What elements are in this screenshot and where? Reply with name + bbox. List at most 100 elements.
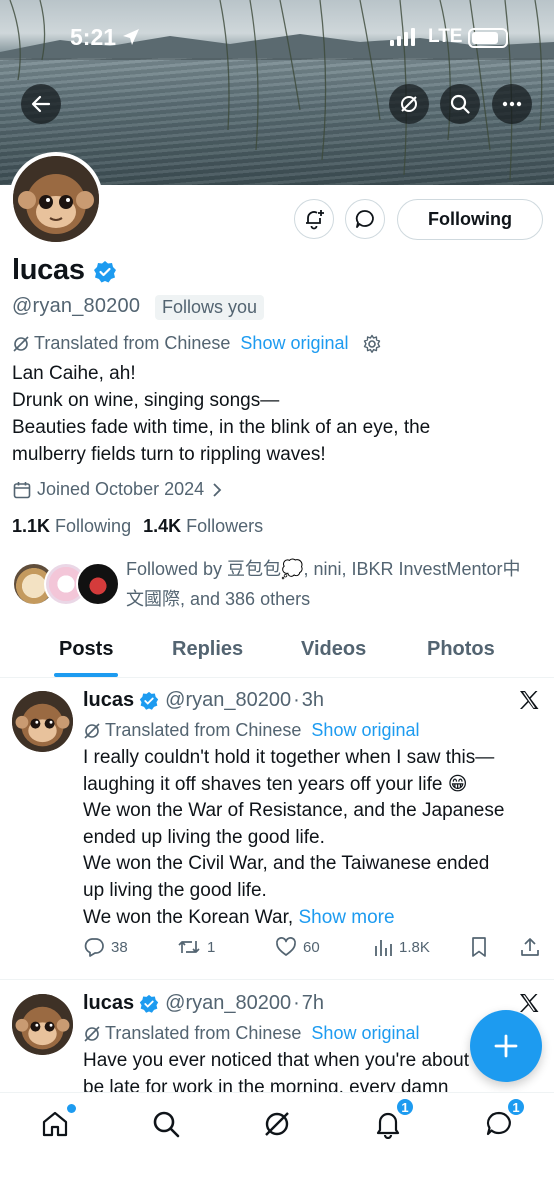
- nav-messages[interactable]: 1: [482, 1097, 526, 1141]
- post-author-name[interactable]: lucas: [83, 689, 134, 712]
- translated-label: Translated from Chinese: [34, 333, 231, 353]
- bottom-navigation: 1 1: [0, 1092, 554, 1200]
- status-time: 5:21: [70, 24, 117, 50]
- home-icon: [42, 1111, 68, 1137]
- show-original-link[interactable]: Show original: [311, 1023, 419, 1044]
- bio-line: mulberry fields turn to rippling waves!: [12, 444, 326, 465]
- bio-line: Beauties fade with time, in the blink of…: [12, 417, 431, 438]
- notify-add-icon: [306, 210, 324, 230]
- compose-plus-icon: [494, 1034, 518, 1058]
- x-logo-icon: [520, 691, 539, 709]
- like-button[interactable]: 60: [275, 936, 320, 958]
- post-handle: @ryan_80200: [165, 689, 292, 711]
- verified-icon: [139, 691, 159, 710]
- following-count: 1.1K: [12, 516, 51, 536]
- post-separator: ·: [293, 689, 300, 711]
- post-avatar[interactable]: [12, 994, 73, 1055]
- post-header: lucas @ryan_80200 · 7h: [83, 992, 324, 1015]
- search-button[interactable]: [440, 84, 480, 124]
- message-icon: [355, 210, 374, 228]
- gear-icon[interactable]: [362, 334, 382, 354]
- signal-icon: [390, 28, 415, 46]
- follows-you-badge: Follows you: [155, 295, 265, 320]
- more-button[interactable]: [492, 84, 532, 124]
- tab-posts[interactable]: Posts: [59, 638, 113, 661]
- messages-badge: 1: [506, 1097, 526, 1117]
- chevron-right-icon: [213, 482, 222, 497]
- verified-icon: [139, 994, 159, 1013]
- bookmark-button[interactable]: [469, 936, 489, 958]
- post-actions: 38 1 60 1.8K: [83, 936, 543, 966]
- profile-bio: Lan Caihe, ah! Drunk on wine, singing so…: [12, 360, 542, 468]
- following-button[interactable]: Following: [397, 199, 543, 240]
- show-more-link[interactable]: Show more: [298, 907, 394, 928]
- repost-icon: [178, 941, 200, 953]
- grok-button[interactable]: [389, 84, 429, 124]
- bio-line: Lan Caihe, ah!: [12, 363, 136, 384]
- profile-tabs: Posts Replies Videos Photos: [0, 628, 554, 678]
- location-arrow-icon: [123, 29, 139, 45]
- post-line: We won the War of Resistance, and the Ja…: [83, 800, 505, 822]
- followers-stat[interactable]: 1.4K Followers: [143, 516, 263, 537]
- mutual-followers-avatars[interactable]: [12, 562, 122, 610]
- post-text: I really couldn't hold it together when …: [83, 745, 543, 931]
- show-original-link[interactable]: Show original: [240, 333, 348, 354]
- translated-label: Translated from Chinese: [105, 1023, 302, 1043]
- followed-by-text[interactable]: Followed by 豆包包💭, nini, IBKR InvestMento…: [126, 554, 536, 614]
- post-line: We won the Civil War, and the Taiwanese …: [83, 853, 490, 875]
- post-avatar[interactable]: [12, 691, 73, 752]
- post-time: 7h: [301, 992, 325, 1014]
- compose-button[interactable]: [470, 1010, 542, 1082]
- following-label: Following: [55, 516, 132, 536]
- grok-icon: [401, 96, 417, 112]
- more-icon: [502, 101, 522, 107]
- profile-handle: @ryan_80200: [12, 295, 141, 317]
- tab-replies[interactable]: Replies: [172, 638, 243, 661]
- post[interactable]: lucas @ryan_80200 · 3h Translated from C…: [0, 679, 554, 979]
- post-separator: ·: [293, 992, 300, 1014]
- like-count: 60: [303, 938, 320, 956]
- tab-photos[interactable]: Photos: [427, 638, 495, 661]
- search-icon: [450, 94, 470, 114]
- network-type: LTE: [428, 26, 463, 47]
- post-line: be late for work in the morning, every d…: [83, 1076, 449, 1092]
- followed-by-line: 文國際, and 386 others: [126, 589, 311, 609]
- subscribe-notifications-button[interactable]: [294, 199, 334, 239]
- repost-count: 1: [207, 938, 216, 956]
- tab-videos[interactable]: Videos: [301, 638, 366, 661]
- grok-icon: [265, 1112, 289, 1136]
- post-header: lucas @ryan_80200 · 3h: [83, 689, 324, 712]
- reply-count: 38: [111, 938, 128, 956]
- views-count: 1.8K: [399, 938, 430, 956]
- share-icon: [521, 938, 539, 956]
- profile-avatar[interactable]: [9, 152, 103, 246]
- nav-search[interactable]: [149, 1107, 183, 1141]
- calendar-icon: [13, 481, 31, 498]
- post-translation-note: Translated from Chinese Show original: [83, 720, 419, 741]
- nav-notifications[interactable]: 1: [371, 1097, 415, 1141]
- back-button[interactable]: [21, 84, 61, 124]
- show-original-link[interactable]: Show original: [311, 720, 419, 741]
- followers-label: Followers: [186, 516, 264, 536]
- post-translation-note: Translated from Chinese Show original: [83, 1023, 419, 1044]
- share-button[interactable]: [519, 936, 541, 958]
- message-button[interactable]: [345, 199, 385, 239]
- follow-stats: 1.1K Following 1.4K Followers: [12, 516, 263, 537]
- followers-count: 1.4K: [143, 516, 182, 536]
- repost-button[interactable]: 1: [177, 936, 215, 958]
- translate-icon: [84, 722, 100, 739]
- joined-date[interactable]: Joined October 2024: [12, 479, 223, 500]
- nav-grok[interactable]: [260, 1107, 294, 1141]
- status-bar: 5:21 LTE: [0, 22, 554, 56]
- views-button[interactable]: 1.8K: [373, 936, 430, 958]
- back-arrow-icon: [31, 95, 51, 113]
- avatar: [76, 562, 120, 606]
- following-stat[interactable]: 1.1K Following: [12, 516, 131, 537]
- translate-icon: [84, 1025, 100, 1042]
- reply-button[interactable]: 38: [83, 936, 128, 958]
- nav-home[interactable]: [38, 1104, 76, 1141]
- post-author-name[interactable]: lucas: [83, 992, 134, 1015]
- active-tab-indicator: [54, 673, 118, 677]
- post-last-line: We won the Korean War,: [83, 906, 299, 928]
- translated-label: Translated from Chinese: [105, 720, 302, 740]
